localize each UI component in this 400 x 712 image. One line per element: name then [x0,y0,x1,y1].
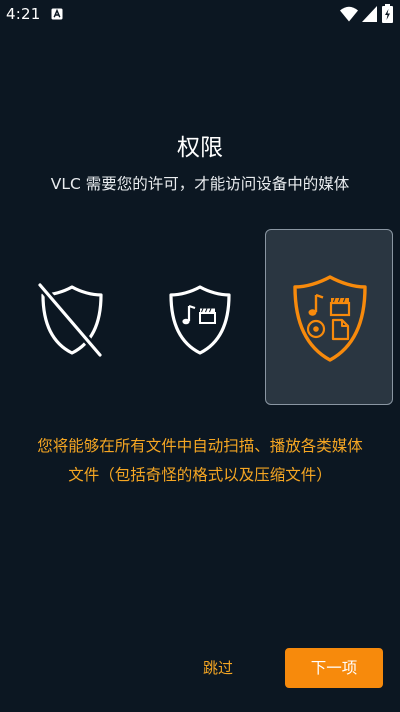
music-note-icon [182,304,196,325]
page-subtitle: VLC 需要您的许可，才能访问设备中的媒体 [50,175,350,193]
option-no-access[interactable] [8,229,136,405]
a-box-icon [51,8,63,20]
shield-all-files-icon [293,275,367,362]
battery-charging-icon [382,4,393,23]
music-note-icon [308,293,324,316]
permission-screen: 4:21 权限 VLC 需要您的许可，才能访问设备中的媒体 您将能够在所有文件中… [0,0,400,712]
description-line-1: 您将能够在所有文件中自动扫描、播放各类媒体 [37,437,363,455]
signal-icon [362,6,377,22]
permission-description: 您将能够在所有文件中自动扫描、播放各类媒体 文件（包括奇怪的格式以及压缩文件） [8,432,392,490]
document-icon [331,318,350,341]
clapperboard-icon [199,308,216,324]
skip-button[interactable]: 跳过 [190,650,246,686]
option-media-only[interactable] [136,229,264,405]
description-line-2: 文件（包括奇怪的格式以及压缩文件） [68,466,332,484]
shield-media-icon [169,285,231,355]
status-bar: 4:21 [0,0,400,28]
disc-icon [306,319,326,339]
page-title: 权限 [177,135,223,161]
status-time: 4:21 [6,5,41,23]
next-button[interactable]: 下一项 [285,648,383,688]
shield-slash-icon [38,283,104,357]
wifi-icon [340,6,358,22]
clapperboard-icon [329,297,351,317]
option-all-files[interactable] [265,229,393,405]
